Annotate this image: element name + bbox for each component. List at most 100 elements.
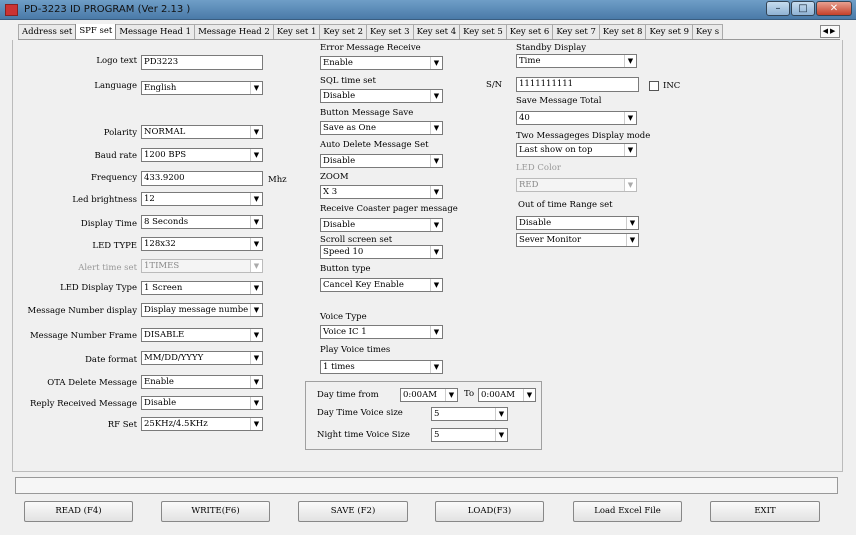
rf-set-select[interactable]: 25KHz/4.5KHz ▼ bbox=[141, 417, 263, 431]
chevron-down-icon[interactable]: ▼ bbox=[430, 57, 442, 69]
out-of-range-value: Disable bbox=[519, 218, 552, 228]
tab-key-set-8[interactable]: Key set 8 bbox=[598, 24, 647, 39]
tab-key-set-5[interactable]: Key set 5 bbox=[459, 24, 507, 39]
chevron-down-icon[interactable]: ▼ bbox=[250, 282, 262, 294]
baud-rate-select[interactable]: 1200 BPS ▼ bbox=[141, 148, 263, 162]
chevron-down-icon[interactable]: ▼ bbox=[624, 144, 636, 156]
chevron-down-icon[interactable]: ▼ bbox=[250, 216, 262, 228]
chevron-down-icon[interactable]: ▼ bbox=[523, 389, 535, 401]
chevron-down-icon[interactable]: ▼ bbox=[626, 217, 638, 229]
coaster-pager-select[interactable]: Disable ▼ bbox=[320, 218, 443, 232]
chevron-down-icon[interactable]: ▼ bbox=[250, 376, 262, 388]
load-button[interactable]: LOAD(F3) bbox=[435, 501, 544, 522]
ota-delete-select[interactable]: Enable ▼ bbox=[141, 375, 263, 389]
chevron-down-icon[interactable]: ▼ bbox=[250, 126, 262, 138]
server-monitor-select[interactable]: Sever Monitor ▼ bbox=[516, 233, 639, 247]
save-button[interactable]: SAVE (F2) bbox=[298, 501, 408, 522]
standby-display-label: Standby Display bbox=[516, 43, 587, 53]
chevron-down-icon[interactable]: ▼ bbox=[430, 122, 442, 134]
zoom-select[interactable]: X 3 ▼ bbox=[320, 185, 443, 199]
sql-time-select[interactable]: Disable ▼ bbox=[320, 89, 443, 103]
chevron-down-icon[interactable]: ▼ bbox=[250, 304, 262, 316]
day-time-to-select[interactable]: 0:00AM ▼ bbox=[478, 388, 536, 402]
chevron-down-icon[interactable]: ▼ bbox=[250, 352, 262, 364]
button-type-select[interactable]: Cancel Key Enable ▼ bbox=[320, 278, 443, 292]
chevron-down-icon[interactable]: ▼ bbox=[250, 329, 262, 341]
frequency-unit: Mhz bbox=[268, 175, 287, 185]
led-display-type-select[interactable]: 1 Screen ▼ bbox=[141, 281, 263, 295]
chevron-down-icon[interactable]: ▼ bbox=[445, 389, 457, 401]
tab-spf-set[interactable]: SPF set bbox=[75, 24, 117, 39]
chevron-down-icon[interactable]: ▼ bbox=[624, 112, 636, 124]
chevron-down-icon[interactable]: ▼ bbox=[250, 149, 262, 161]
load-excel-button[interactable]: Load Excel File bbox=[573, 501, 682, 522]
out-of-range-select[interactable]: Disable ▼ bbox=[516, 216, 639, 230]
tab-address-set[interactable]: Address set bbox=[18, 24, 77, 39]
led-brightness-select[interactable]: 12 ▼ bbox=[141, 192, 263, 206]
day-time-from-select[interactable]: 0:00AM ▼ bbox=[400, 388, 458, 402]
tab-key-set-1[interactable]: Key set 1 bbox=[272, 24, 321, 39]
tab-key-set-9[interactable]: Key set 9 bbox=[645, 24, 694, 39]
exit-button[interactable]: EXIT bbox=[710, 501, 820, 522]
maximize-button[interactable]: □ bbox=[791, 1, 815, 16]
tab-scroll-arrows[interactable]: ◀▶ bbox=[820, 25, 840, 38]
chevron-down-icon[interactable]: ▼ bbox=[430, 155, 442, 167]
tab-key-set-2[interactable]: Key set 2 bbox=[319, 24, 367, 39]
chevron-down-icon[interactable]: ▼ bbox=[250, 238, 262, 250]
button-message-save-select[interactable]: Save as One ▼ bbox=[320, 121, 443, 135]
chevron-down-icon[interactable]: ▼ bbox=[430, 361, 442, 373]
standby-display-select[interactable]: Time ▼ bbox=[516, 54, 637, 68]
reply-received-select[interactable]: Disable ▼ bbox=[141, 396, 263, 410]
save-message-total-select[interactable]: 40 ▼ bbox=[516, 111, 637, 125]
chevron-down-icon[interactable]: ▼ bbox=[430, 219, 442, 231]
voice-type-select[interactable]: Voice IC 1 ▼ bbox=[320, 325, 443, 339]
close-button[interactable]: ✕ bbox=[816, 1, 852, 16]
chevron-down-icon[interactable]: ▼ bbox=[250, 193, 262, 205]
error-message-select[interactable]: Enable ▼ bbox=[320, 56, 443, 70]
chevron-down-icon[interactable]: ▼ bbox=[495, 429, 507, 441]
chevron-down-icon[interactable]: ▼ bbox=[430, 279, 442, 291]
minimize-button[interactable]: – bbox=[766, 1, 790, 16]
play-voice-select[interactable]: 1 times ▼ bbox=[320, 360, 443, 374]
chevron-down-icon[interactable]: ▼ bbox=[430, 326, 442, 338]
inc-checkbox[interactable] bbox=[649, 81, 659, 91]
night-voice-size-select[interactable]: 5 ▼ bbox=[431, 428, 508, 442]
day-voice-size-select[interactable]: 5 ▼ bbox=[431, 407, 508, 421]
message-number-frame-label: Message Number Frame bbox=[29, 331, 137, 341]
tab-key-set-3[interactable]: Key set 3 bbox=[366, 24, 414, 39]
tab-key-set-7[interactable]: Key set 7 bbox=[552, 24, 600, 39]
chevron-down-icon[interactable]: ▼ bbox=[430, 186, 442, 198]
chevron-down-icon[interactable]: ▼ bbox=[624, 55, 636, 67]
display-time-select[interactable]: 8 Seconds ▼ bbox=[141, 215, 263, 229]
read-button[interactable]: READ (F4) bbox=[24, 501, 133, 522]
tab-message-head-2[interactable]: Message Head 2 bbox=[194, 24, 274, 39]
tab-message-head-1[interactable]: Message Head 1 bbox=[115, 24, 196, 39]
ota-delete-value: Enable bbox=[144, 377, 174, 387]
language-select[interactable]: English ▼ bbox=[141, 81, 263, 95]
message-number-frame-select[interactable]: DISABLE ▼ bbox=[141, 328, 263, 342]
serial-number-input[interactable]: 1111111111 bbox=[516, 77, 639, 92]
message-number-frame-value: DISABLE bbox=[144, 330, 185, 340]
chevron-down-icon[interactable]: ▼ bbox=[626, 234, 638, 246]
chevron-down-icon[interactable]: ▼ bbox=[430, 90, 442, 102]
logo-text-label: Logo text bbox=[96, 56, 137, 66]
server-monitor-value: Sever Monitor bbox=[519, 235, 582, 245]
chevron-down-icon[interactable]: ▼ bbox=[250, 397, 262, 409]
led-type-select[interactable]: 128x32 ▼ bbox=[141, 237, 263, 251]
write-button[interactable]: WRITE(F6) bbox=[161, 501, 270, 522]
frequency-input[interactable]: 433.9200 bbox=[141, 171, 263, 186]
auto-delete-select[interactable]: Disable ▼ bbox=[320, 154, 443, 168]
chevron-down-icon[interactable]: ▼ bbox=[430, 246, 442, 258]
chevron-down-icon[interactable]: ▼ bbox=[495, 408, 507, 420]
tab-key-set-6[interactable]: Key set 6 bbox=[505, 24, 554, 39]
tab-key-s[interactable]: Key s bbox=[692, 24, 724, 39]
chevron-down-icon[interactable]: ▼ bbox=[250, 418, 262, 430]
chevron-down-icon[interactable]: ▼ bbox=[250, 82, 262, 94]
message-number-display-select[interactable]: Display message numbe ▼ bbox=[141, 303, 263, 317]
two-messages-mode-select[interactable]: Last show on top ▼ bbox=[516, 143, 637, 157]
scroll-screen-select[interactable]: Speed 10 ▼ bbox=[320, 245, 443, 259]
logo-text-input[interactable]: PD3223 bbox=[141, 55, 263, 70]
tab-key-set-4[interactable]: Key set 4 bbox=[412, 24, 461, 39]
polarity-select[interactable]: NORMAL ▼ bbox=[141, 125, 263, 139]
date-format-select[interactable]: MM/DD/YYYY ▼ bbox=[141, 351, 263, 365]
